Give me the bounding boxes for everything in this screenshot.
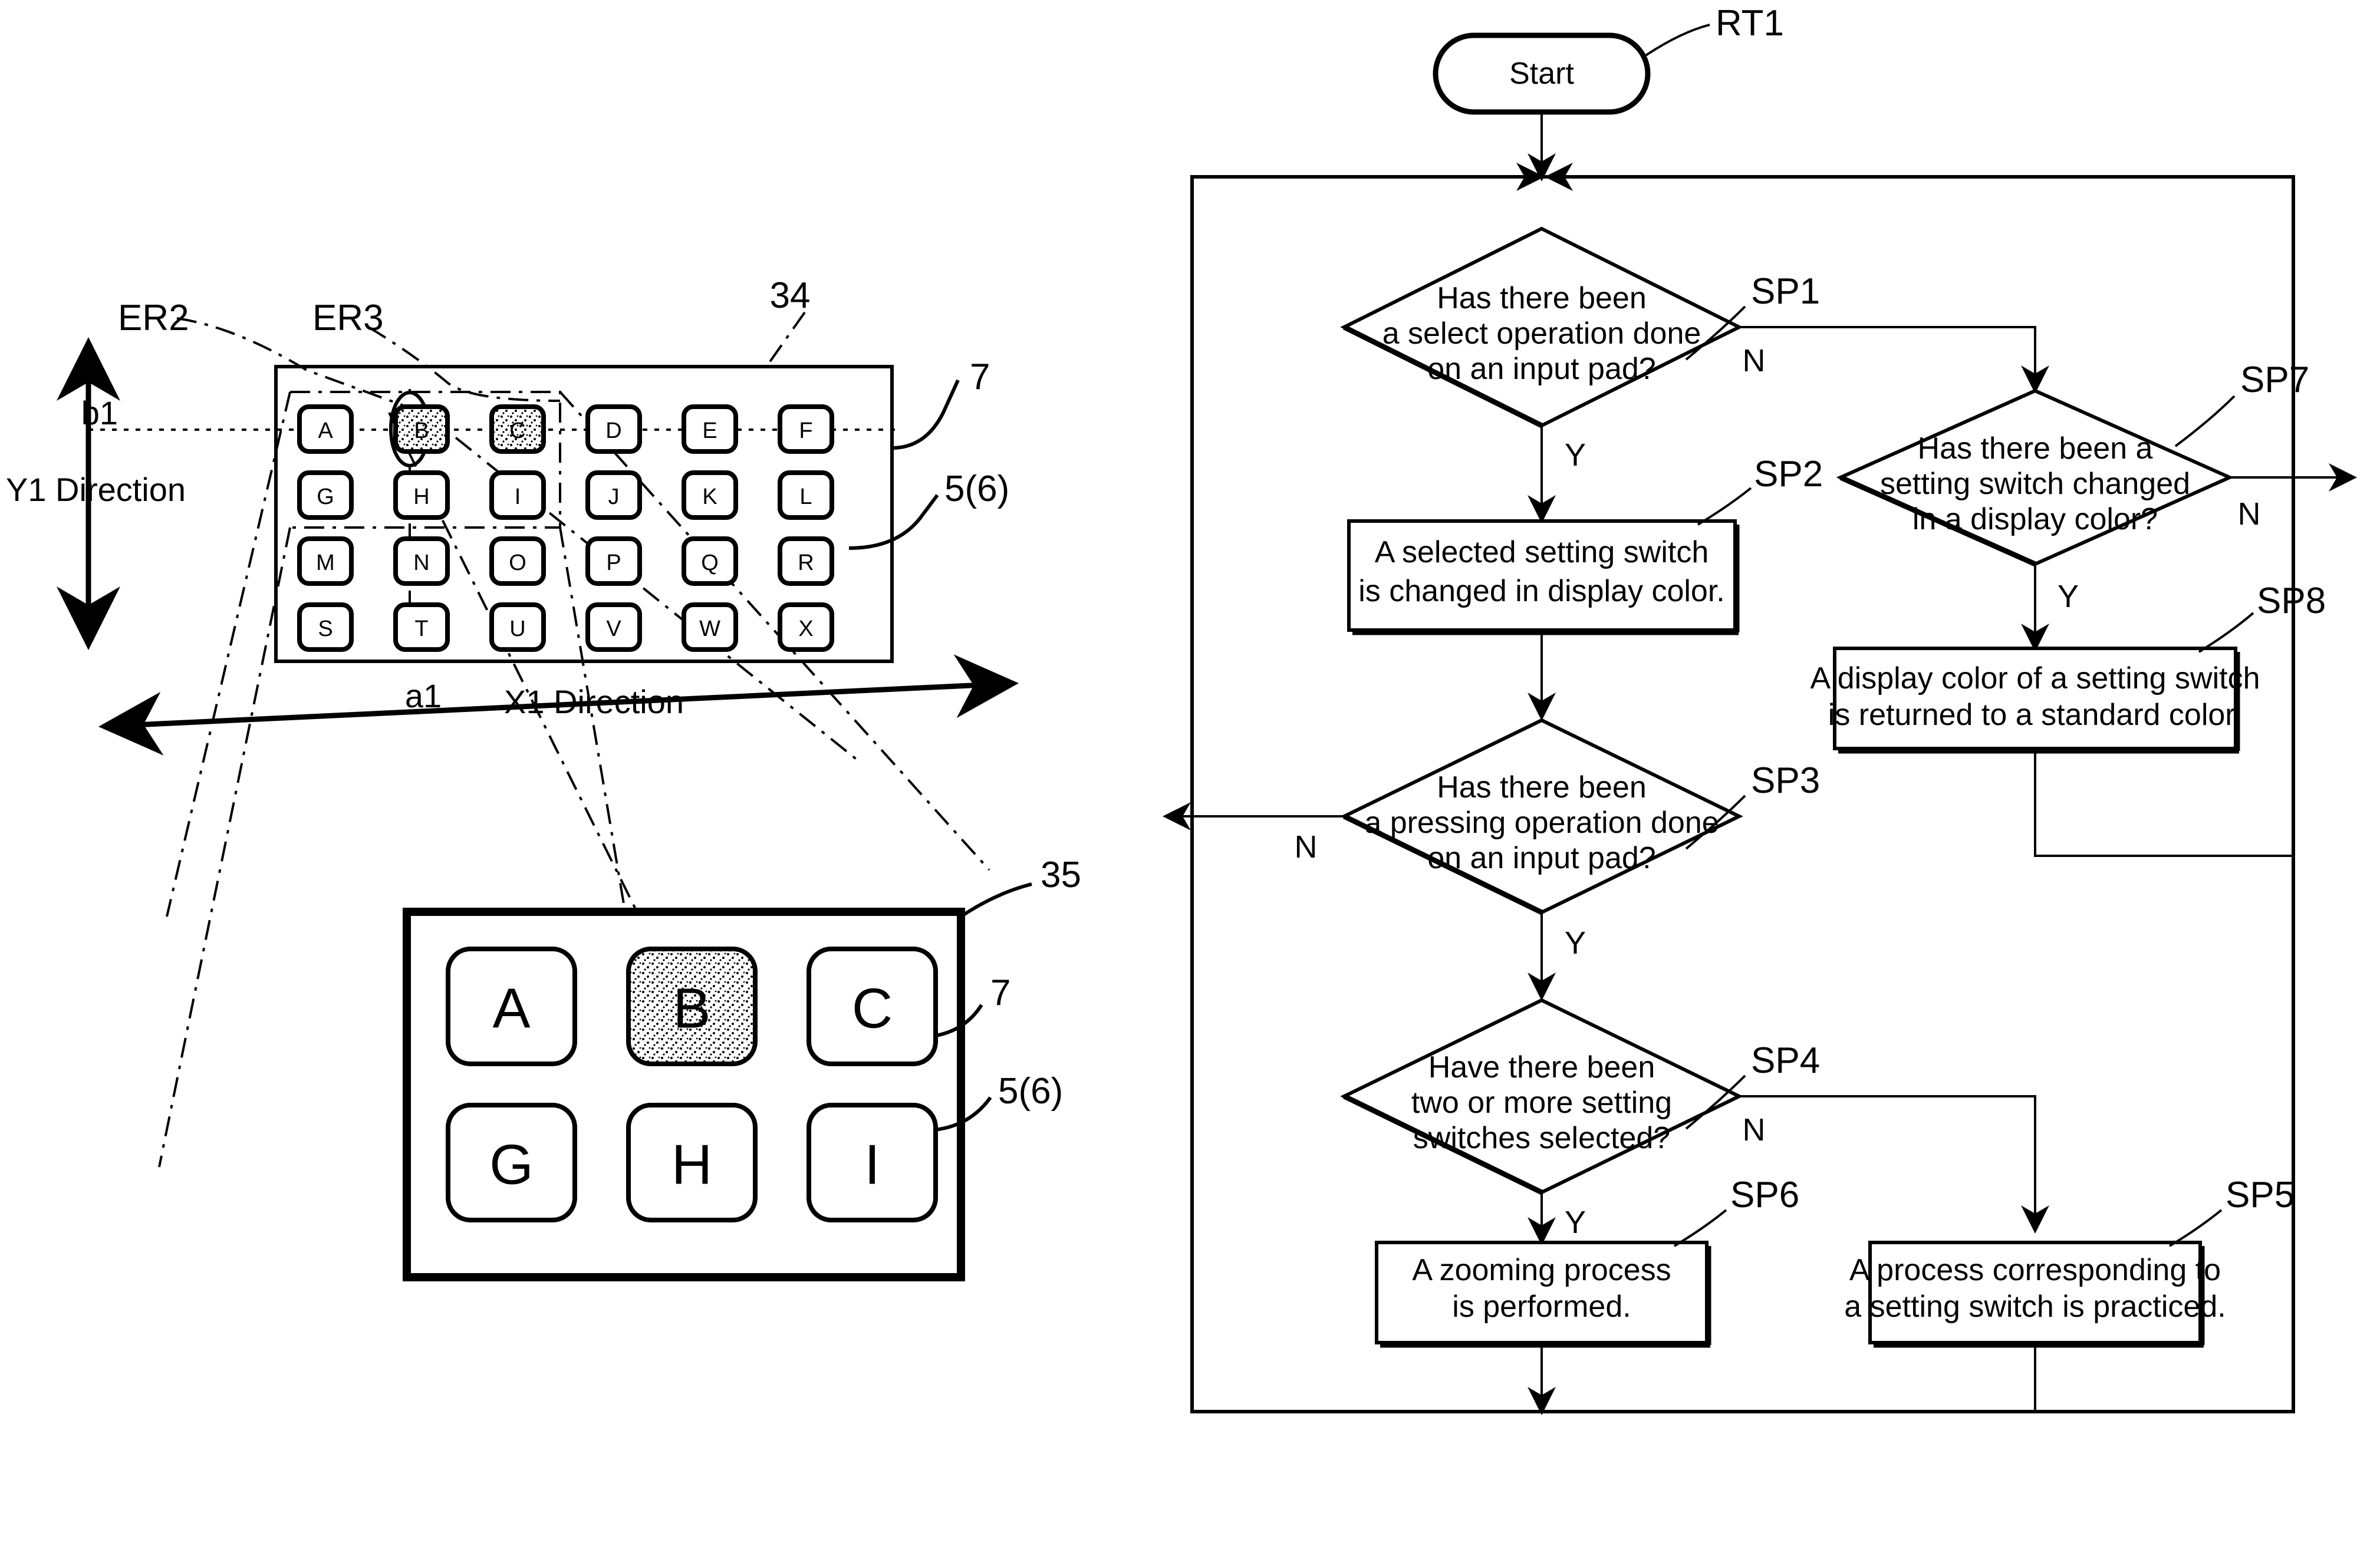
key-a[interactable]: A (446, 947, 577, 1066)
key-o[interactable]: O (489, 536, 546, 586)
key-w[interactable]: W (682, 602, 738, 652)
key-m[interactable]: M (297, 536, 354, 586)
key-label: C (852, 977, 893, 1040)
key-label: W (699, 617, 720, 641)
zoom-keypad[interactable]: A B C G H I (446, 947, 938, 1222)
key-q[interactable]: Q (682, 536, 738, 586)
key-g[interactable]: G (297, 470, 354, 520)
key-label: J (608, 484, 620, 509)
keypads-layer: A B C D E F G H I J K L M N O P Q R S T U V W X A B C G H I (297, 404, 938, 1222)
key-label: G (317, 484, 334, 509)
key-p[interactable]: P (585, 536, 642, 586)
key-label: H (671, 1133, 712, 1196)
key-label: O (509, 551, 526, 575)
key-label: G (489, 1133, 534, 1196)
key-label: N (413, 551, 429, 575)
key-label: C (509, 418, 525, 443)
key-f[interactable]: F (778, 404, 834, 454)
key-r[interactable]: R (778, 536, 834, 586)
key-t[interactable]: T (393, 602, 450, 652)
key-label: V (606, 617, 621, 641)
key-a[interactable]: A (297, 404, 354, 454)
key-u[interactable]: U (489, 602, 546, 652)
key-label: D (605, 418, 621, 443)
key-label: T (414, 617, 428, 641)
key-k[interactable]: K (682, 470, 738, 520)
key-label: B (673, 977, 710, 1040)
key-i[interactable]: I (489, 470, 546, 520)
key-c[interactable]: C (489, 404, 546, 454)
key-label: R (798, 551, 814, 575)
key-label: H (413, 484, 429, 509)
key-b[interactable]: B (393, 404, 450, 454)
key-label: X (798, 617, 813, 641)
key-label: P (606, 551, 621, 575)
key-label: A (492, 977, 530, 1040)
key-label: E (702, 418, 717, 443)
patent-figure-canvas: ER2 ER3 34 7 5(6) b1 Y1 Direction a1 X1 … (0, 0, 2380, 1546)
key-b[interactable]: B (626, 947, 758, 1066)
key-d[interactable]: D (585, 404, 642, 454)
key-label: Q (701, 551, 719, 575)
key-l[interactable]: L (778, 470, 834, 520)
key-g[interactable]: G (446, 1103, 577, 1222)
key-i[interactable]: I (806, 1103, 938, 1222)
key-h[interactable]: H (393, 470, 450, 520)
key-label: I (864, 1133, 880, 1196)
key-label: U (509, 617, 525, 641)
key-label: S (318, 617, 333, 641)
key-c[interactable]: C (806, 947, 938, 1066)
key-label: A (318, 418, 333, 443)
key-j[interactable]: J (585, 470, 642, 520)
key-n[interactable]: N (393, 536, 450, 586)
key-label: I (515, 484, 521, 509)
key-v[interactable]: V (585, 602, 642, 652)
key-label: B (414, 418, 429, 443)
key-h[interactable]: H (626, 1103, 758, 1222)
key-label: K (702, 484, 717, 509)
key-label: F (799, 418, 812, 443)
key-e[interactable]: E (682, 404, 738, 454)
overview-keypad[interactable]: A B C D E F G H I J K L M N O P Q R S T U V W X (297, 404, 834, 652)
key-label: L (799, 484, 812, 509)
key-label: M (316, 551, 335, 575)
key-s[interactable]: S (297, 602, 354, 652)
key-x[interactable]: X (778, 602, 834, 652)
